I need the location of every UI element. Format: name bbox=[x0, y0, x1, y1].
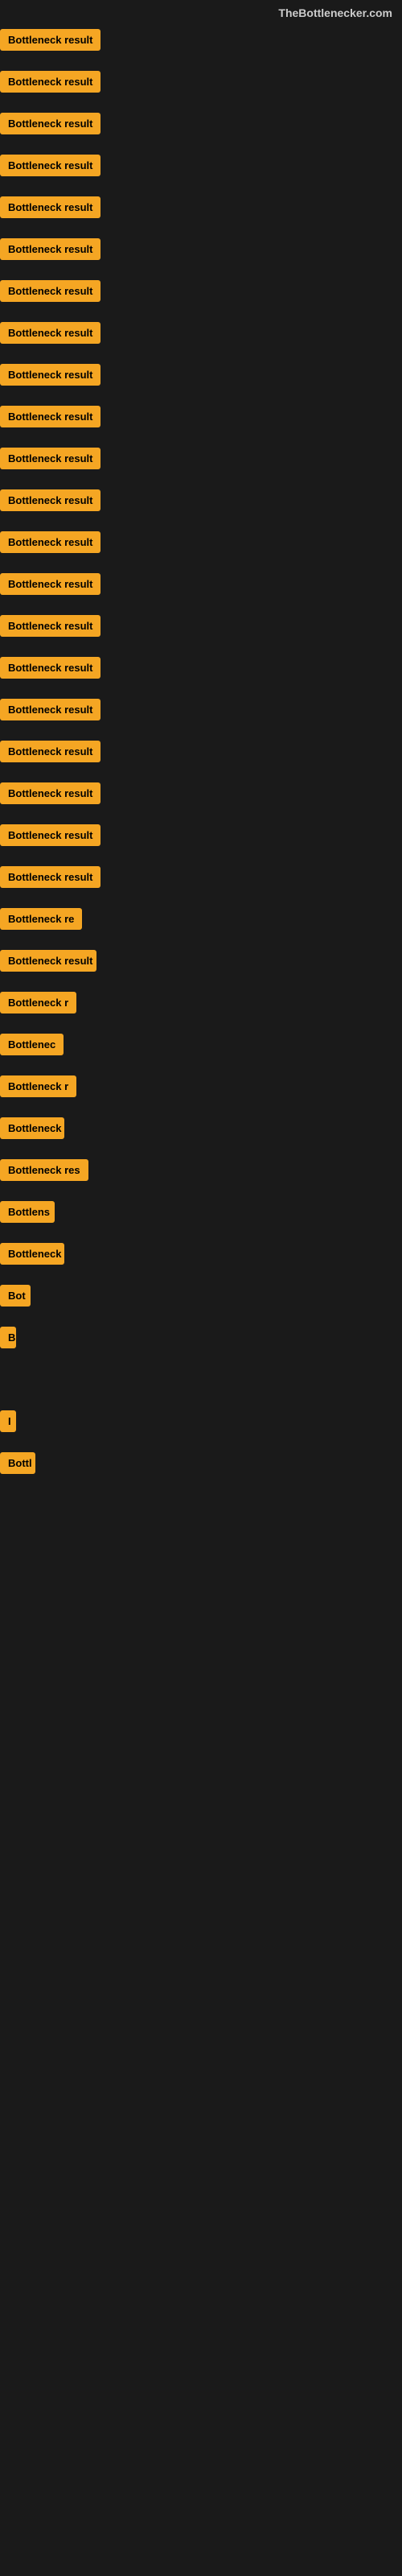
bottleneck-badge[interactable]: Bottlenec bbox=[0, 1034, 64, 1055]
list-item: Bottleneck r bbox=[0, 985, 402, 1019]
list-item: Bottleneck result bbox=[0, 818, 402, 852]
list-item: Bottleneck result bbox=[0, 650, 402, 684]
bottleneck-badge[interactable]: Bottleneck result bbox=[0, 573, 100, 595]
bottleneck-badge[interactable]: Bottleneck r bbox=[0, 1075, 76, 1097]
bottleneck-badge[interactable]: Bottleneck result bbox=[0, 657, 100, 679]
list-item: Bottleneck result bbox=[0, 860, 402, 894]
bottleneck-badge[interactable]: Bottleneck result bbox=[0, 155, 100, 176]
bottleneck-badge[interactable]: Bottleneck result bbox=[0, 782, 100, 804]
bottleneck-badge[interactable]: Bottleneck result bbox=[0, 531, 100, 553]
list-item: Bottleneck bbox=[0, 1111, 402, 1145]
bottleneck-badge[interactable]: Bottleneck result bbox=[0, 741, 100, 762]
list-item: Bottleneck result bbox=[0, 357, 402, 391]
list-item: Bottleneck result bbox=[0, 734, 402, 768]
bottleneck-badge[interactable]: Bot bbox=[0, 1285, 31, 1307]
bottleneck-badge[interactable]: Bottl bbox=[0, 1452, 35, 1474]
bottleneck-badge[interactable]: Bottleneck result bbox=[0, 824, 100, 846]
bottleneck-badge[interactable]: Bottleneck result bbox=[0, 950, 96, 972]
list-item: Bottleneck result bbox=[0, 441, 402, 475]
list-item: Bottleneck result bbox=[0, 692, 402, 726]
list-item: Bottleneck result bbox=[0, 148, 402, 182]
bottleneck-badge[interactable]: Bottleneck result bbox=[0, 406, 100, 427]
list-item: Bottleneck result bbox=[0, 23, 402, 56]
bottleneck-badge[interactable]: Bottleneck result bbox=[0, 238, 100, 260]
bottleneck-badge[interactable]: Bottleneck result bbox=[0, 322, 100, 344]
list-item: Bottleneck result bbox=[0, 106, 402, 140]
list-item: Bottleneck res bbox=[0, 1153, 402, 1187]
bottleneck-badge[interactable]: Bottleneck bbox=[0, 1243, 64, 1265]
bottleneck-badge[interactable]: Bottleneck result bbox=[0, 71, 100, 93]
list-item: Bottleneck result bbox=[0, 399, 402, 433]
list-item: Bottleneck result bbox=[0, 943, 402, 977]
list-item: B bbox=[0, 1320, 402, 1354]
bottleneck-badge[interactable]: Bottleneck result bbox=[0, 489, 100, 511]
list-item bbox=[0, 1362, 402, 1396]
bottleneck-badge[interactable]: Bottleneck result bbox=[0, 280, 100, 302]
bottleneck-badge[interactable]: Bottleneck r bbox=[0, 992, 76, 1013]
bottleneck-badge[interactable]: Bottlens bbox=[0, 1201, 55, 1223]
bottleneck-badge[interactable]: Bottleneck result bbox=[0, 615, 100, 637]
bottleneck-badge[interactable]: Bottleneck result bbox=[0, 364, 100, 386]
site-header: TheBottlenecker.com bbox=[0, 0, 402, 23]
list-item: Bottleneck result bbox=[0, 776, 402, 810]
list-item: Bottleneck bbox=[0, 1236, 402, 1270]
bottleneck-badge[interactable]: Bottleneck result bbox=[0, 699, 100, 720]
bottleneck-badge[interactable]: Bottleneck res bbox=[0, 1159, 88, 1181]
bottleneck-badge[interactable]: Bottleneck re bbox=[0, 908, 82, 930]
list-item: Bottleneck result bbox=[0, 316, 402, 349]
list-item: Bottleneck result bbox=[0, 567, 402, 601]
list-item: Bottlens bbox=[0, 1195, 402, 1228]
list-item: Bottleneck result bbox=[0, 525, 402, 559]
bottleneck-badge[interactable]: Bottleneck result bbox=[0, 196, 100, 218]
site-title: TheBottlenecker.com bbox=[278, 6, 392, 19]
bottleneck-badge[interactable]: Bottleneck result bbox=[0, 866, 100, 888]
list-item: Bottleneck re bbox=[0, 902, 402, 935]
bottleneck-badge[interactable]: I bbox=[0, 1410, 16, 1432]
list-item: Bot bbox=[0, 1278, 402, 1312]
list-item: Bottl bbox=[0, 1446, 402, 1480]
list-item: Bottleneck r bbox=[0, 1069, 402, 1103]
list-item: I bbox=[0, 1404, 402, 1438]
list-item: Bottleneck result bbox=[0, 190, 402, 224]
list-item: Bottleneck result bbox=[0, 232, 402, 266]
bottleneck-badge[interactable]: B bbox=[0, 1327, 16, 1348]
list-item: Bottlenec bbox=[0, 1027, 402, 1061]
bottleneck-badge[interactable]: Bottleneck result bbox=[0, 448, 100, 469]
list-item: Bottleneck result bbox=[0, 609, 402, 642]
list-item: Bottleneck result bbox=[0, 274, 402, 308]
list-item: Bottleneck result bbox=[0, 64, 402, 98]
list-item: Bottleneck result bbox=[0, 483, 402, 517]
bottleneck-badge[interactable]: Bottleneck result bbox=[0, 29, 100, 51]
bottleneck-badge[interactable]: Bottleneck bbox=[0, 1117, 64, 1139]
bottleneck-badge[interactable]: Bottleneck result bbox=[0, 113, 100, 134]
